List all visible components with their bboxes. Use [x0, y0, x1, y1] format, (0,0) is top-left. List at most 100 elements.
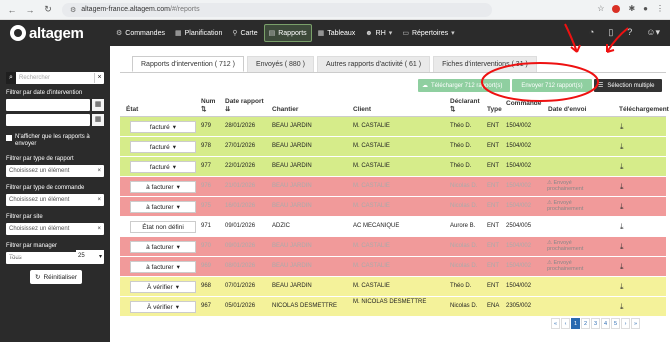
send-reports-button[interactable]: Envoyer 712 rapport(s) [512, 79, 592, 92]
table-row[interactable]: facturé ▾ 977 22/01/2026 BEAU JARDIN M. CASTA… [120, 157, 666, 177]
table-row[interactable]: facturé ▾ 978 27/01/2026 BEAU JARDIN M. CASTA… [120, 137, 666, 157]
page-button[interactable]: 2 [581, 318, 590, 329]
date-start-input[interactable] [6, 99, 91, 111]
status-dropdown[interactable]: État non défini [130, 221, 196, 233]
col-declarant[interactable]: Déclarant ⇅ [450, 98, 480, 114]
status-dropdown[interactable]: facturé ▾ [130, 161, 196, 173]
reload-icon[interactable]: ↻ [42, 4, 54, 16]
calendar-icon[interactable]: ▦ [92, 99, 104, 111]
table-row[interactable]: facturé ▾ 979 28/01/2026 BEAU JARDIN M. CASTA… [120, 117, 666, 137]
altagem-logo[interactable]: altagem [10, 25, 84, 42]
download-icon[interactable]: ⤓ [620, 222, 624, 232]
date-end-input[interactable] [6, 114, 91, 126]
status-dropdown[interactable]: À vérifier ▾ [130, 281, 196, 293]
col-client[interactable]: Client [353, 106, 371, 114]
page-button[interactable]: 5 [611, 318, 620, 329]
page-button[interactable]: ‹ [561, 318, 570, 329]
only-to-send-checkbox[interactable]: N'afficher que les rapports à envoyer [6, 134, 104, 148]
page-button[interactable]: › [621, 318, 630, 329]
menu-commandes[interactable]: ⚙ Commandes [112, 24, 169, 42]
col-type[interactable]: Type [487, 106, 502, 114]
col-commande[interactable]: Commande [506, 100, 541, 108]
calendar-icon[interactable]: ▦ [92, 114, 104, 126]
page-button[interactable]: 4 [601, 318, 610, 329]
clear-icon[interactable]: × [97, 226, 101, 232]
status-dropdown[interactable]: à facturer ▾ [130, 241, 196, 253]
back-icon[interactable]: ← [6, 4, 18, 16]
tab-envoyes[interactable]: Envoyés ( 880 ) [246, 56, 314, 72]
tab-fiches-interventions[interactable]: Fiches d'interventions ( 31 ) [433, 56, 537, 72]
clear-search-icon[interactable]: × [94, 73, 104, 83]
extensions-puzzle-icon[interactable]: ✱ [628, 4, 635, 13]
status-dropdown[interactable]: À vérifier ▾ [130, 301, 196, 313]
table-row[interactable]: À vérifier ▾ 967 05/01/2026 NICOLAS DESMETTR… [120, 297, 666, 317]
cell-date: 08/01/2026 [225, 263, 256, 269]
col-envoi[interactable]: Date d'envoi [548, 106, 586, 114]
table-row[interactable]: à facturer ▾ 976 21/01/2026 BEAU JARDIN M. CA… [120, 177, 666, 197]
type-commande-label: Filtrer par type de commande [6, 185, 85, 191]
browser-menu-icon[interactable]: ⋮ [656, 4, 664, 13]
page-button[interactable]: « [551, 318, 560, 329]
site-info-icon[interactable]: ⚙ [70, 6, 76, 14]
menu-rapports[interactable]: ▤ Rapports [263, 24, 312, 42]
notification-icon[interactable]: ◔ [589, 27, 594, 38]
extension-icon[interactable] [612, 4, 621, 13]
reset-button[interactable]: ↻ Réinitialiser [30, 270, 83, 284]
checkbox-box[interactable] [6, 135, 12, 141]
download-icon[interactable]: ⤓ [620, 302, 624, 312]
forward-icon[interactable]: → [24, 4, 36, 16]
download-icon[interactable]: ⤓ [620, 262, 624, 272]
download-icon[interactable]: ⤓ [620, 162, 624, 172]
download-label: Télécharger 712 rapport(s) [431, 82, 503, 89]
address-bar[interactable]: ⚙ altagem-france.altagem.com/#/reports [62, 2, 492, 17]
clear-icon[interactable]: × [97, 168, 101, 174]
search-input[interactable]: Rechercher [16, 75, 94, 81]
table-row[interactable]: État non défini 971 09/01/2026 ADZIC AC MECA… [120, 217, 666, 237]
per-page-label: Résultats par page [6, 253, 57, 259]
download-icon[interactable]: ⤓ [620, 202, 624, 212]
page-button[interactable]: » [631, 318, 640, 329]
profile-icon[interactable]: ● [643, 4, 648, 13]
site-select[interactable]: Choisissez un élément × [6, 223, 104, 235]
mobile-icon[interactable]: ▯ [608, 27, 613, 38]
filter-sidebar: ⌕ Rechercher × Filtrer par date d'interv… [0, 46, 110, 342]
cell-type: ENT [487, 123, 499, 129]
table-row[interactable]: à facturer ▾ 970 09/01/2026 BEAU JARDIN M. CA… [120, 237, 666, 257]
per-page-select[interactable]: 25 ▾ [76, 250, 104, 262]
menu-tableaux[interactable]: ▦ Tableaux [314, 24, 360, 42]
download-icon[interactable]: ⤓ [620, 282, 624, 292]
status-dropdown[interactable]: à facturer ▾ [130, 201, 196, 213]
status-dropdown[interactable]: à facturer ▾ [130, 181, 196, 193]
col-date[interactable]: Date rapport ⇊ [225, 98, 264, 114]
user-menu-icon[interactable]: ☺▾ [646, 27, 660, 38]
menu-carte[interactable]: ⚲ Carte [228, 24, 261, 42]
table-row[interactable]: à facturer ▾ 969 08/01/2026 BEAU JARDIN M. CA… [120, 257, 666, 277]
table-row[interactable]: à facturer ▾ 975 16/01/2026 BEAU JARDIN M. CA… [120, 197, 666, 217]
col-etat[interactable]: État [126, 106, 138, 114]
menu-planification[interactable]: ▦ Planification [171, 24, 226, 42]
bookmark-star-icon[interactable]: ☆ [597, 4, 604, 13]
type-commande-select[interactable]: Choisissez un élément × [6, 194, 104, 206]
tab-rapports-intervention[interactable]: Rapports d'intervention ( 712 ) [132, 56, 244, 72]
col-telechargement[interactable]: Téléchargement [619, 106, 669, 114]
status-dropdown[interactable]: facturé ▾ [130, 141, 196, 153]
help-icon[interactable]: ? [627, 27, 632, 38]
menu-repertoires[interactable]: ▭ Répertoires ▾ [398, 24, 458, 42]
download-reports-button[interactable]: ☁ Télécharger 712 rapport(s) [418, 79, 510, 92]
clear-icon[interactable]: × [97, 197, 101, 203]
col-num[interactable]: Num ⇅ [201, 98, 215, 114]
status-dropdown[interactable]: à facturer ▾ [130, 261, 196, 273]
menu-rh[interactable]: ☻ RH ▾ [361, 24, 396, 42]
col-chantier[interactable]: Chantier [272, 106, 298, 114]
table-row[interactable]: À vérifier ▾ 968 07/01/2026 BEAU JARDIN M. CA… [120, 277, 666, 297]
tab-autres-rapports[interactable]: Autres rapports d'activité ( 61 ) [316, 56, 431, 72]
download-icon[interactable]: ⤓ [620, 242, 624, 252]
download-icon[interactable]: ⤓ [620, 122, 624, 132]
multi-select-button[interactable]: ☰ Sélection multiple [594, 79, 662, 92]
page-button[interactable]: 3 [591, 318, 600, 329]
page-button[interactable]: 1 [571, 318, 580, 329]
download-icon[interactable]: ⤓ [620, 142, 624, 152]
status-dropdown[interactable]: facturé ▾ [130, 121, 196, 133]
type-rapport-select[interactable]: Choisissez un élément × [6, 165, 104, 177]
download-icon[interactable]: ⤓ [620, 182, 624, 192]
